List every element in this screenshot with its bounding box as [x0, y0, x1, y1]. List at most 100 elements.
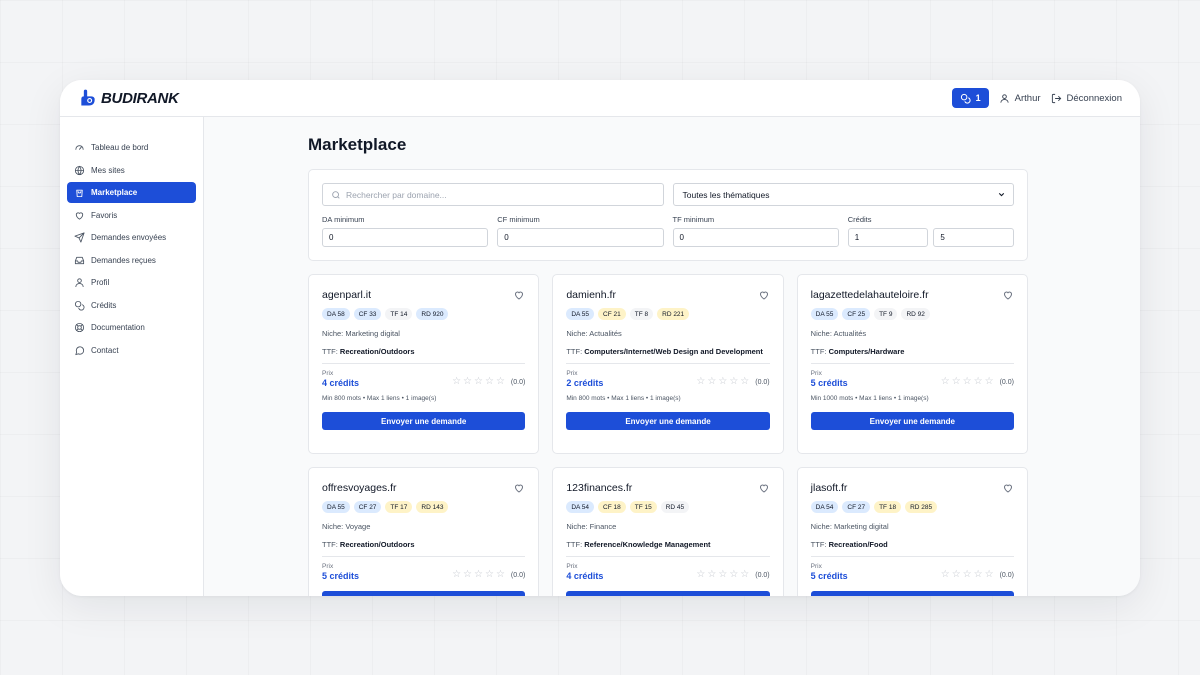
star-icon[interactable]: ☆	[485, 570, 494, 580]
send-icon	[74, 232, 85, 243]
send-request-button[interactable]: Envoyer une demande	[566, 412, 770, 430]
ttf-prefix: TTF:	[322, 347, 340, 356]
star-icon[interactable]: ☆	[707, 377, 716, 387]
metric-badge: CF 21	[598, 308, 626, 320]
sidebar-item-label: Contact	[91, 345, 119, 355]
heart-icon[interactable]	[1002, 289, 1014, 301]
heart-icon[interactable]	[513, 289, 525, 301]
niche-value: Voyage	[345, 522, 371, 531]
price-value: 4 crédits	[322, 378, 360, 388]
rating-value: (0.0)	[999, 378, 1014, 386]
star-icon[interactable]: ☆	[718, 377, 727, 387]
niche-value: Finance	[589, 522, 617, 531]
send-request-button[interactable]: Envoyer une demande	[322, 591, 526, 596]
metric-badge: TF 9	[874, 308, 898, 320]
tf-min-input[interactable]: 0	[672, 228, 839, 247]
star-icon[interactable]: ☆	[740, 570, 749, 580]
metric-badge: DA 55	[322, 501, 350, 513]
sidebar-item-cr-dits[interactable]: Crédits	[67, 295, 196, 316]
send-request-button[interactable]: Envoyer une demande	[810, 591, 1014, 596]
site-card-grid: agenparl.it DA 58 CF 33 TF 14 RD 920 Niche: M…	[308, 274, 1028, 596]
star-icon[interactable]: ☆	[496, 377, 505, 387]
sidebar-item-demandes-envoy-es[interactable]: Demandes envoyées	[67, 227, 196, 248]
heart-icon[interactable]	[758, 289, 770, 301]
star-icon[interactable]: ☆	[696, 377, 705, 387]
sidebar-item-documentation[interactable]: Documentation	[67, 317, 196, 338]
divider	[322, 363, 526, 364]
star-icon[interactable]: ☆	[941, 377, 950, 387]
star-icon[interactable]: ☆	[463, 570, 472, 580]
star-icon[interactable]: ☆	[474, 377, 483, 387]
star-icon[interactable]: ☆	[707, 570, 716, 580]
ttf-text: TTF: Recreation/Outdoors	[322, 347, 525, 356]
ttf-value: Computers/Hardware	[828, 347, 905, 356]
sidebar-item-contact[interactable]: Contact	[67, 340, 196, 361]
sidebar-item-tableau-de-bord[interactable]: Tableau de bord	[67, 137, 196, 158]
star-icon[interactable]: ☆	[718, 570, 727, 580]
star-icon[interactable]: ☆	[496, 570, 505, 580]
theme-select[interactable]: Toutes les thématiques	[672, 183, 1014, 206]
cf-min-input[interactable]: 0	[497, 228, 664, 247]
ttf-value: Recreation/Food	[828, 540, 888, 549]
metric-badges: DA 55 CF 21 TF 8 RD 221	[566, 308, 769, 320]
cf-min-label: CF minimum	[497, 215, 540, 224]
heart-icon[interactable]	[758, 482, 770, 494]
star-icon[interactable]: ☆	[985, 570, 994, 580]
star-icon[interactable]: ☆	[474, 570, 483, 580]
credits-badge-button[interactable]: 1	[951, 88, 989, 108]
star-icon[interactable]: ☆	[963, 377, 972, 387]
star-icon[interactable]: ☆	[696, 570, 705, 580]
sidebar-item-profil[interactable]: Profil	[67, 272, 196, 293]
da-min-input[interactable]: 0	[322, 228, 489, 247]
price-label: Prix	[810, 370, 822, 377]
site-card: 123finances.fr DA 54 CF 18 TF 15 RD 45 Niche:…	[552, 467, 784, 596]
star-icon[interactable]: ☆	[452, 570, 461, 580]
star-icon[interactable]: ☆	[963, 570, 972, 580]
logo[interactable]: BUDIRANK	[78, 88, 179, 108]
user-profile-link[interactable]: Arthur	[999, 93, 1041, 104]
heart-icon[interactable]	[1002, 482, 1014, 494]
metric-badge: RD 920	[416, 308, 449, 320]
send-request-button[interactable]: Envoyer une demande	[566, 591, 770, 596]
star-icon[interactable]: ☆	[974, 377, 983, 387]
rating-value: (0.0)	[510, 571, 526, 579]
metric-badge: CF 27	[842, 501, 871, 513]
sidebar-item-mes-sites[interactable]: Mes sites	[67, 160, 196, 181]
metric-badge: TF 14	[385, 308, 413, 320]
sidebar: Tableau de bord Mes sites Marketplace Favor…	[60, 117, 204, 596]
sidebar-item-demandes-re-ues[interactable]: Demandes reçues	[67, 250, 196, 271]
rating: ☆ ☆ ☆ ☆ ☆ (0.0)	[696, 377, 769, 387]
send-request-button[interactable]: Envoyer une demande	[810, 412, 1014, 430]
send-request-button[interactable]: Envoyer une demande	[322, 412, 526, 430]
star-icon[interactable]: ☆	[974, 570, 983, 580]
star-icon[interactable]: ☆	[985, 377, 994, 387]
star-icon[interactable]: ☆	[485, 377, 494, 387]
star-icon[interactable]: ☆	[463, 377, 472, 387]
ttf-value: Reference/Knowledge Management	[584, 540, 711, 549]
metric-badges: DA 58 CF 33 TF 14 RD 920	[322, 308, 525, 320]
logout-button[interactable]: Déconnexion	[1051, 93, 1122, 104]
site-domain: jlasoft.fr	[810, 482, 848, 494]
sidebar-item-favoris[interactable]: Favoris	[67, 205, 196, 226]
niche-value: Marketing digital	[834, 522, 889, 531]
credits-max-input[interactable]: 5	[933, 228, 1014, 247]
star-icon[interactable]: ☆	[729, 570, 738, 580]
sidebar-item-label: Mes sites	[91, 165, 125, 175]
star-icon[interactable]: ☆	[452, 377, 461, 387]
main-content: Marketplace Rechercher par domaine... To…	[204, 117, 1140, 596]
star-icon[interactable]: ☆	[740, 377, 749, 387]
chevron-down-icon	[998, 192, 1005, 197]
star-icon[interactable]: ☆	[952, 377, 961, 387]
sidebar-item-marketplace[interactable]: Marketplace	[67, 182, 196, 203]
heart-icon[interactable]	[513, 482, 525, 494]
search-input[interactable]: Rechercher par domaine...	[322, 183, 664, 206]
price-label: Prix	[810, 563, 822, 570]
credits-min-input[interactable]: 1	[847, 228, 929, 247]
site-card: damienh.fr DA 55 CF 21 TF 8 RD 221 Niche: Act…	[552, 274, 784, 454]
rating-value: (0.0)	[999, 571, 1014, 579]
star-icon[interactable]: ☆	[729, 377, 738, 387]
star-icon[interactable]: ☆	[941, 570, 950, 580]
price-label: Prix	[322, 370, 334, 377]
star-icon[interactable]: ☆	[952, 570, 961, 580]
rating: ☆ ☆ ☆ ☆ ☆ (0.0)	[941, 570, 1014, 580]
